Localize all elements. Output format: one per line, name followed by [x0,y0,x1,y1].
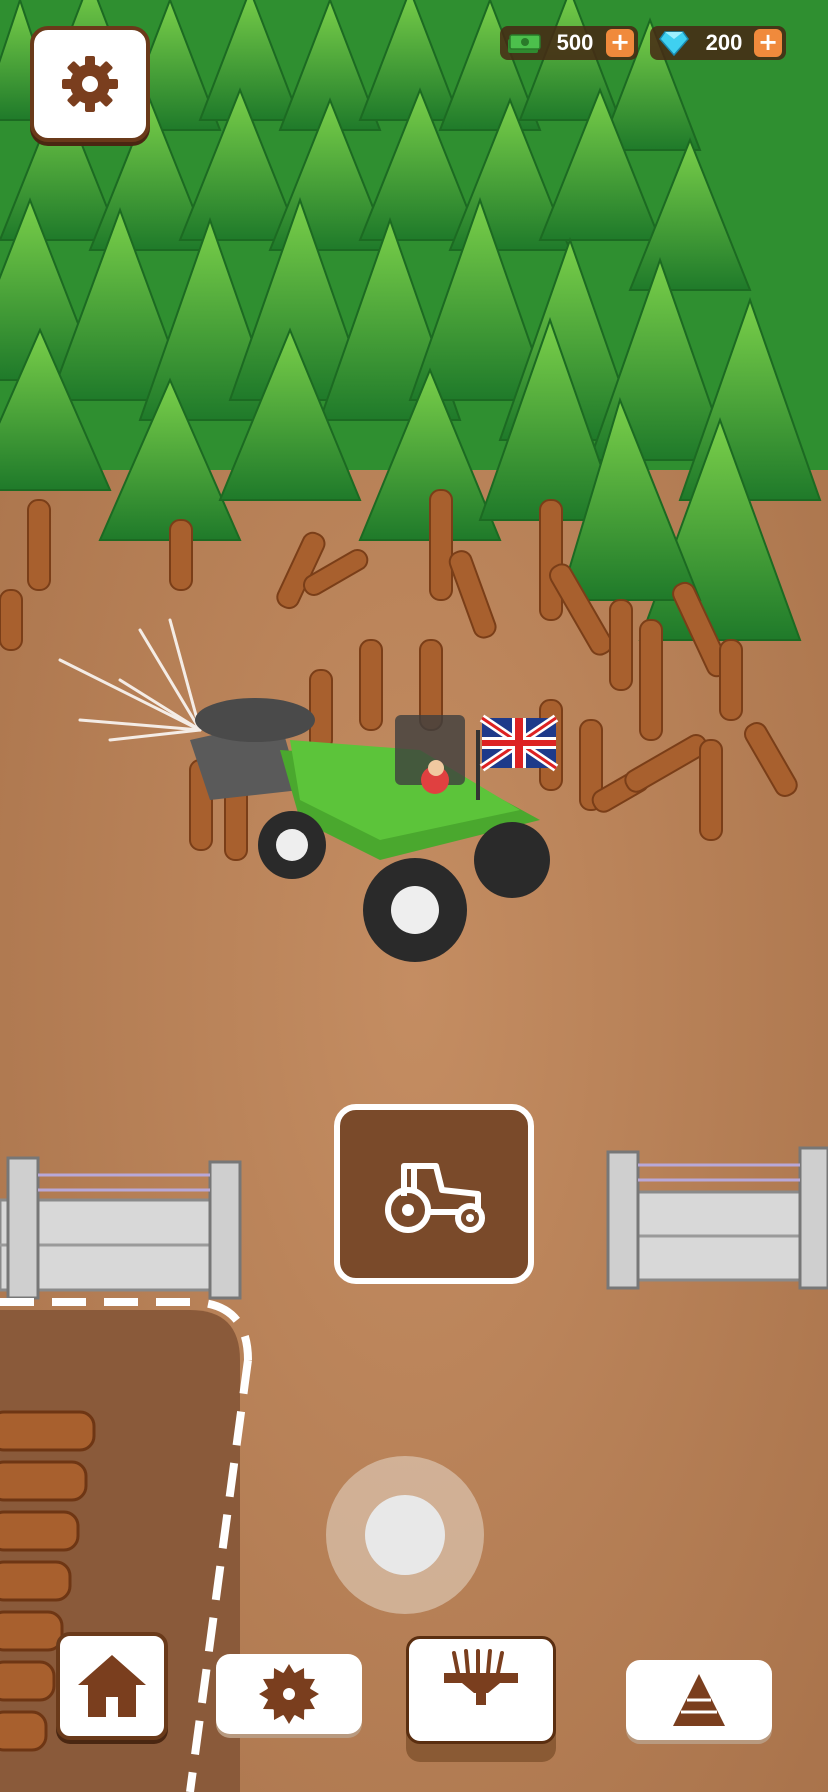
diamond-icon [654,28,694,58]
tractor-icon [385,1163,485,1233]
saw-upgrade-button[interactable] [216,1654,362,1734]
home-icon [78,1655,146,1717]
log-processor-button[interactable] [406,1636,556,1744]
add-cash-button[interactable]: + [606,29,634,57]
union-jack-flag [479,714,559,772]
cash-counter: 500 + [500,26,638,60]
home-button[interactable] [56,1632,168,1740]
log-pile-icon [673,1674,725,1726]
saw-blade-icon [259,1664,319,1724]
cash-bills-icon [504,28,544,58]
log-processor-icon [444,1649,518,1705]
cash-value: 500 [556,30,594,55]
settings-button[interactable] [30,26,150,142]
log-pile-button[interactable] [626,1660,772,1740]
gem-value: 200 [705,30,743,55]
joystick-knob[interactable] [365,1495,445,1575]
tractor-zone-marker[interactable] [334,1104,534,1284]
gear-icon [62,56,118,112]
gem-counter: 200 + [650,26,786,60]
add-gems-button[interactable]: + [754,29,782,57]
movement-joystick[interactable] [326,1456,484,1614]
